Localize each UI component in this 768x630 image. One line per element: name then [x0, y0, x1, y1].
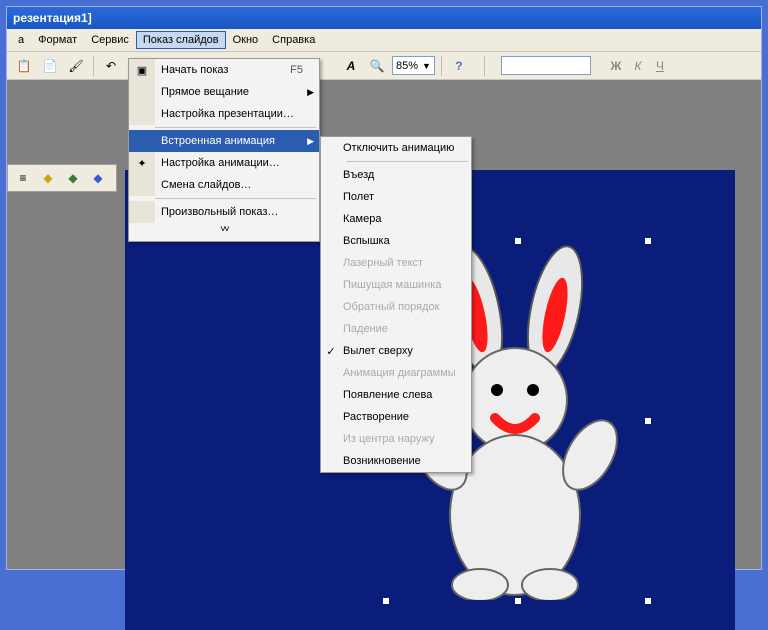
- submenu-laser: Лазерный текст: [321, 252, 471, 274]
- menu-item[interactable]: а: [11, 31, 31, 49]
- submenu-flyfromtop[interactable]: ✓Вылет сверху: [321, 340, 471, 362]
- outline-toolbar: ≡ ◆ ◆ ◆: [7, 164, 117, 192]
- submenu-reverse: Обратный порядок: [321, 296, 471, 318]
- separator: [347, 161, 468, 162]
- selection-handle[interactable]: [645, 418, 651, 424]
- separator: [155, 198, 316, 199]
- submenu-drop: Падение: [321, 318, 471, 340]
- divider: [93, 56, 94, 76]
- copy-icon[interactable]: 📋: [13, 55, 35, 77]
- menu-start-show[interactable]: ▣ Начать показ F5: [129, 59, 319, 81]
- submenu-flash[interactable]: Вспышка: [321, 230, 471, 252]
- divider: [441, 56, 442, 76]
- zoom-value: 85%: [396, 60, 418, 72]
- animation-icon: ✦: [129, 152, 155, 174]
- menu-builtin-animation[interactable]: Встроенная анимация ▶: [129, 130, 319, 152]
- zoom-selector[interactable]: 85% ▼: [392, 56, 435, 75]
- align-icon[interactable]: ≡: [12, 167, 34, 189]
- shape-icon[interactable]: ◆: [37, 167, 59, 189]
- divider: [484, 56, 485, 76]
- undo-icon[interactable]: ↶: [100, 55, 122, 77]
- submenu-centerout: Из центра наружу: [321, 428, 471, 450]
- submenu-typewriter: Пишущая машинка: [321, 274, 471, 296]
- menu-bar: а Формат Сервис Показ слайдов Окно Справ…: [7, 29, 761, 52]
- menu-item-service[interactable]: Сервис: [84, 31, 136, 49]
- menu-item-window[interactable]: Окно: [226, 31, 266, 49]
- font-color-icon[interactable]: A: [340, 55, 362, 77]
- menu-setup-show[interactable]: Настройка презентации…: [129, 103, 319, 125]
- submenu-appearleft[interactable]: Появление слева: [321, 384, 471, 406]
- submenu-camera[interactable]: Камера: [321, 208, 471, 230]
- selection-handle[interactable]: [645, 598, 651, 604]
- submenu-fly[interactable]: Полет: [321, 186, 471, 208]
- submenu-dissolve[interactable]: Растворение: [321, 406, 471, 428]
- underline-button[interactable]: Ч: [651, 59, 669, 73]
- start-show-icon: ▣: [129, 59, 155, 81]
- arrow-right-icon: ▶: [307, 136, 314, 147]
- title-bar: резентация1]: [7, 7, 761, 29]
- shape-icon[interactable]: ◆: [87, 167, 109, 189]
- shape-icon[interactable]: ◆: [62, 167, 84, 189]
- submenu-disable[interactable]: Отключить анимацию: [321, 137, 471, 159]
- menu-custom-show[interactable]: Произвольный показ…: [129, 201, 319, 223]
- format-painter-icon[interactable]: 🖌: [65, 55, 87, 77]
- italic-button[interactable]: К: [629, 59, 647, 73]
- submenu-chartanim: Анимация диаграммы: [321, 362, 471, 384]
- font-selector[interactable]: [501, 56, 591, 75]
- help-icon[interactable]: ?: [448, 55, 470, 77]
- menu-item-slideshow[interactable]: Показ слайдов: [136, 31, 226, 49]
- menu-slide-transition[interactable]: Смена слайдов…: [129, 174, 319, 196]
- animation-submenu: Отключить анимацию Въезд Полет Камера Вс…: [320, 136, 472, 473]
- expand-menu-icon[interactable]: ˅˅: [129, 223, 319, 241]
- search-icon[interactable]: 🔍: [366, 55, 388, 77]
- selection-handle[interactable]: [645, 238, 651, 244]
- separator: [155, 127, 316, 128]
- toolbar: 📋 📄 🖌 ↶ A 🔍 85% ▼ ? Ж К Ч: [7, 52, 761, 80]
- chevron-down-icon[interactable]: ▼: [422, 61, 431, 71]
- bold-button[interactable]: Ж: [607, 59, 625, 73]
- check-icon: ✓: [321, 345, 341, 358]
- menu-item-help[interactable]: Справка: [265, 31, 322, 49]
- menu-broadcast[interactable]: Прямое вещание ▶: [129, 81, 319, 103]
- paste-icon[interactable]: 📄: [39, 55, 61, 77]
- submenu-appear[interactable]: Возникновение: [321, 450, 471, 472]
- arrow-right-icon: ▶: [307, 87, 314, 98]
- slideshow-menu: ▣ Начать показ F5 Прямое вещание ▶ Настр…: [128, 58, 320, 242]
- menu-item-format[interactable]: Формат: [31, 31, 84, 49]
- menu-custom-animation[interactable]: ✦ Настройка анимации…: [129, 152, 319, 174]
- submenu-drivein[interactable]: Въезд: [321, 164, 471, 186]
